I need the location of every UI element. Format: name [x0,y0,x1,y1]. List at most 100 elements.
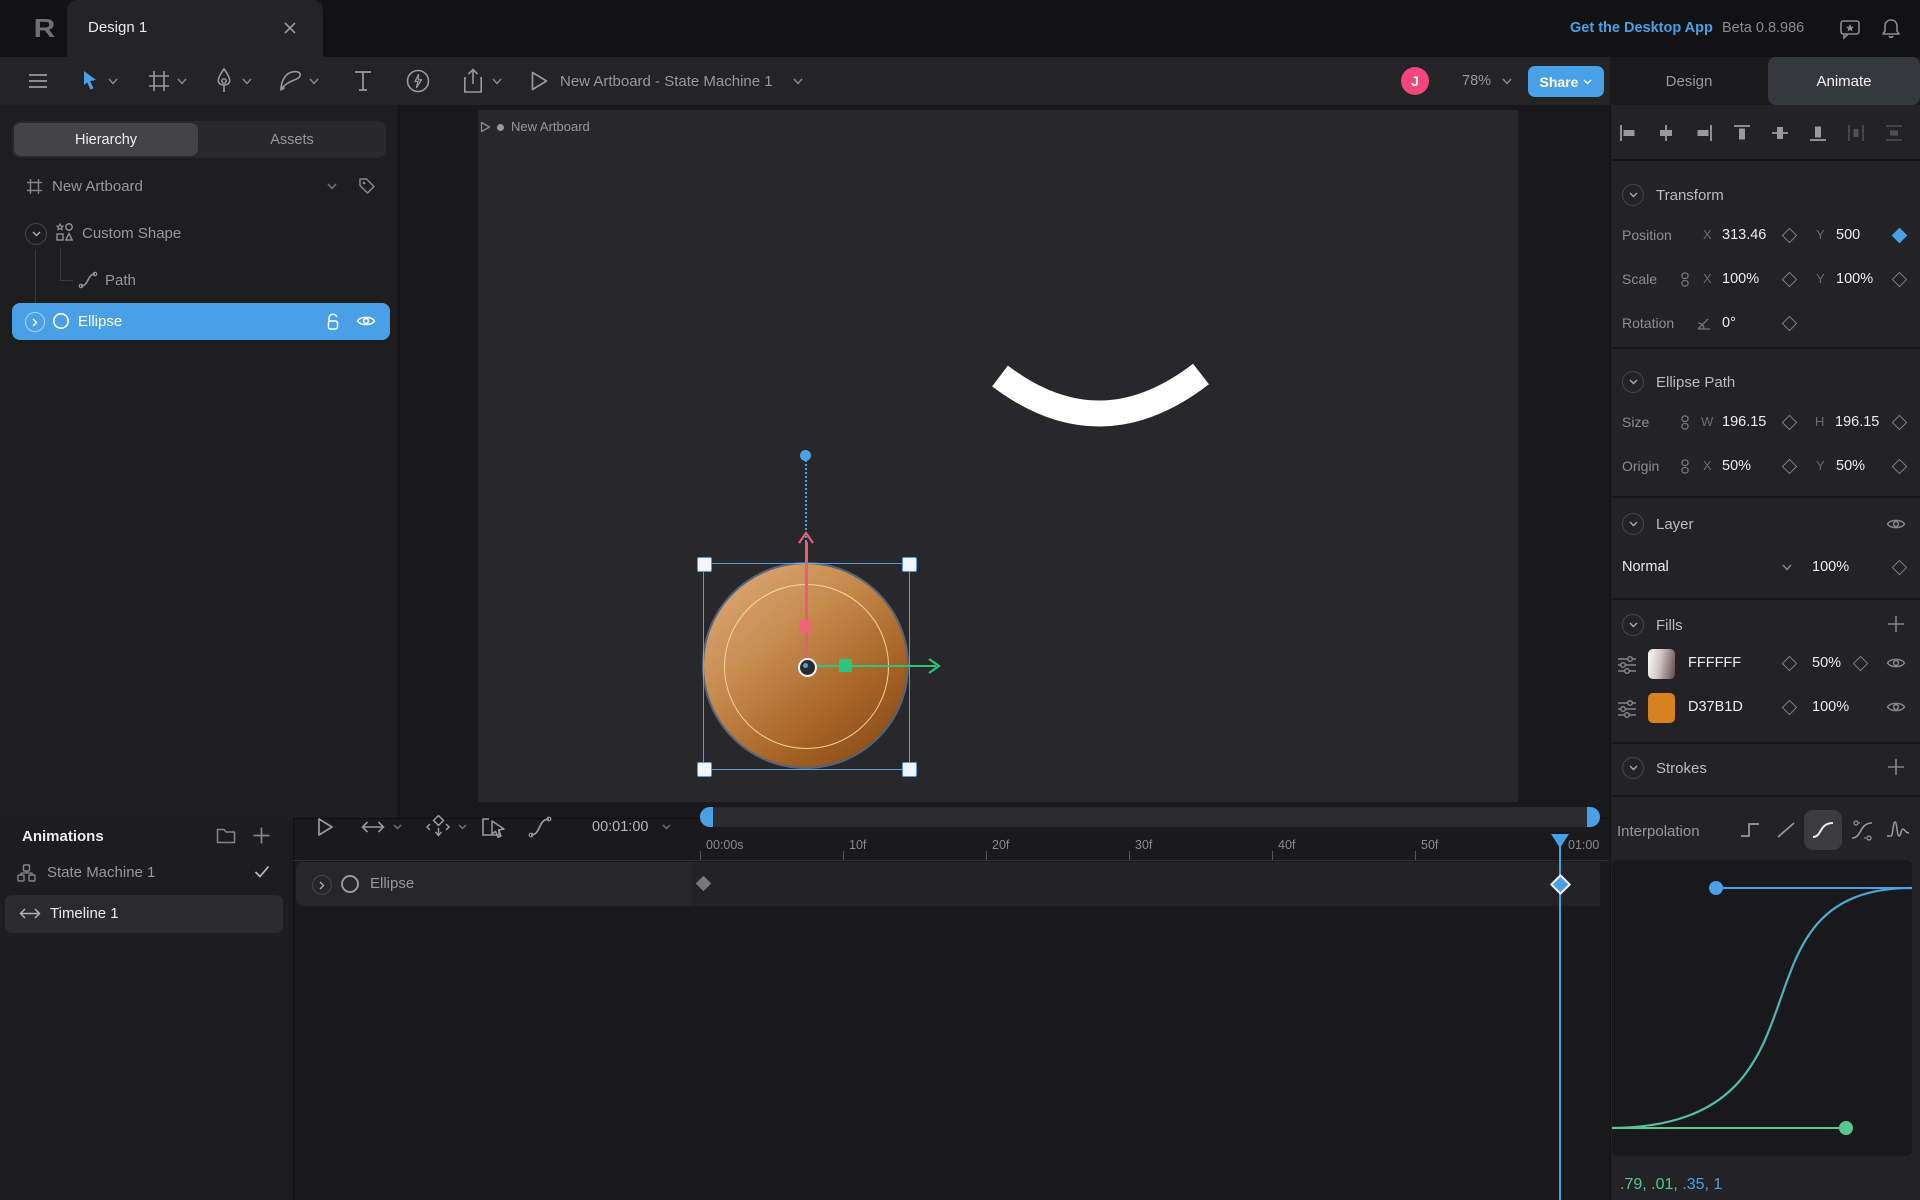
track-row-ellipse[interactable]: Ellipse [296,862,1600,906]
unlock-icon[interactable] [324,312,342,331]
artboard-tool-chevron-icon[interactable] [177,78,187,85]
keyframe-diamond-start[interactable] [696,876,712,892]
timeline-ruler[interactable]: 00:00s 10f 20f 30f 40f 50f 01:00 [293,832,1610,861]
size-link-icon[interactable] [1680,415,1690,430]
export-chevron-icon[interactable] [492,78,502,85]
artboard-row-chevron-icon[interactable] [327,183,337,190]
timeline-zoom-bar[interactable] [700,807,1600,827]
ellipse-expand-chevron-icon[interactable] [25,312,45,332]
avatar[interactable]: J [1401,67,1429,95]
scale-x-input[interactable]: 100% [1722,271,1759,287]
fill-opacity-input-orange[interactable]: 100% [1812,699,1849,715]
play-preview-icon[interactable] [530,70,549,92]
align-horizontal-center-icon[interactable] [1657,124,1675,142]
bbox-handle-top-left[interactable] [697,557,712,572]
layer-collapse-icon[interactable] [1622,513,1644,535]
add-stroke-icon[interactable] [1886,757,1906,777]
expand-chevron-icon[interactable] [25,223,47,245]
document-tab[interactable]: Design 1 [67,0,323,57]
size-w-input[interactable]: 196.15 [1722,414,1766,430]
fill-visibility-eye-icon[interactable] [1886,700,1906,714]
strokes-section-header[interactable]: Strokes [1622,757,1707,779]
artboard-surface[interactable] [478,110,1518,802]
origin-link-icon[interactable] [1680,459,1690,474]
artboard-play-icon[interactable] [480,121,491,133]
origin-target[interactable] [798,658,817,677]
distribute-horizontal-icon[interactable] [1847,124,1865,142]
origin-y-input[interactable]: 50% [1836,458,1865,474]
interpolation-curve-editor[interactable] [1612,860,1912,1156]
bbox-handle-bottom-left[interactable] [697,762,712,777]
x-axis-handle[interactable] [839,659,852,672]
origin-x-input[interactable]: 50% [1722,458,1751,474]
scale-y-input[interactable]: 100% [1836,271,1873,287]
tab-design[interactable]: Design [1610,57,1768,105]
blend-mode-chevron-icon[interactable] [1782,564,1792,571]
crescent-path-shape[interactable] [988,360,1213,445]
bbox-handle-top-right[interactable] [902,557,917,572]
playhead-marker[interactable] [1551,834,1569,848]
interp-cubic-button-selected[interactable] [1804,810,1842,850]
fill-options-sliders-icon[interactable] [1616,654,1638,676]
keyframe-navigate-chevron-icon[interactable] [458,824,467,830]
interp-elastic-icon[interactable] [1886,820,1910,840]
animation-path-endpoint-dot[interactable] [800,450,811,461]
fill-hex-input-white[interactable]: FFFFFF [1688,655,1741,671]
menu-icon[interactable] [28,72,48,90]
rotation-input[interactable]: 0° [1722,315,1736,331]
tree-row-custom-shape[interactable]: Custom Shape [0,217,398,249]
tree-row-new-artboard[interactable]: New Artboard [0,170,398,202]
loop-mode-chevron-icon[interactable] [393,824,402,830]
new-folder-icon[interactable] [216,827,236,844]
distribute-vertical-icon[interactable] [1885,124,1903,142]
add-fill-icon[interactable] [1886,614,1906,634]
artboard-title-chevron-icon[interactable] [793,78,803,85]
align-vertical-center-icon[interactable] [1771,124,1789,142]
interp-linear-icon[interactable] [1776,821,1796,839]
tree-row-path[interactable]: Path [0,264,398,296]
artboard-label[interactable]: New Artboard [511,119,590,134]
feedback-icon[interactable] [1838,17,1862,41]
tab-animate[interactable]: Animate [1768,57,1920,105]
ellipse-path-section-header[interactable]: Ellipse Path [1622,371,1735,393]
transform-section-header[interactable]: Transform [1622,184,1724,206]
strokes-collapse-icon[interactable] [1622,757,1644,779]
tab-hierarchy[interactable]: Hierarchy [14,123,198,156]
fill-hex-input-orange[interactable]: D37B1D [1688,699,1743,715]
cubic-bezier-values[interactable]: .79, .01, .35, 1 [1620,1176,1722,1194]
shape-tool-chevron-icon[interactable] [309,78,319,85]
position-y-input[interactable]: 500 [1836,227,1860,243]
interp-custom-cubic-icon[interactable] [1850,819,1874,841]
tab-assets[interactable]: Assets [200,123,384,156]
fills-collapse-icon[interactable] [1622,614,1644,636]
artboard-tool-icon[interactable] [148,70,170,92]
fill-color-swatch-white[interactable] [1648,649,1675,679]
pen-tool-icon[interactable] [213,68,235,94]
events-bolt-icon[interactable] [406,69,430,93]
select-tool-icon[interactable] [80,69,100,93]
transform-collapse-icon[interactable] [1622,184,1644,206]
state-machine-row[interactable]: State Machine 1 [0,856,293,890]
share-button[interactable]: Share [1528,66,1604,97]
position-x-input[interactable]: 313.46 [1722,227,1766,243]
procedural-shape-tool-icon[interactable] [279,70,303,92]
fill-opacity-input-white[interactable]: 50% [1812,655,1841,671]
timeline-row-selected[interactable]: Timeline 1 [5,895,283,933]
fills-section-header[interactable]: Fills [1622,614,1683,636]
fill-visibility-eye-icon[interactable] [1886,656,1906,670]
notifications-bell-icon[interactable] [1880,17,1902,41]
rive-logo[interactable]: R [28,12,60,44]
align-right-icon[interactable] [1695,124,1713,142]
get-desktop-app-link[interactable]: Get the Desktop App [1570,20,1713,36]
zoom-chevron-icon[interactable] [1502,78,1512,85]
layer-opacity-input[interactable]: 100% [1812,559,1849,575]
size-h-input[interactable]: 196.15 [1835,414,1879,430]
export-icon[interactable] [462,68,484,94]
align-top-icon[interactable] [1733,124,1751,142]
zoom-bar-left-handle[interactable] [700,807,713,827]
time-display-chevron-icon[interactable] [662,824,671,830]
align-left-icon[interactable] [1619,124,1637,142]
blend-mode-select[interactable]: Normal [1622,559,1669,575]
interp-hold-icon[interactable] [1740,821,1760,839]
canvas-viewport[interactable]: New Artboard [399,105,1610,818]
